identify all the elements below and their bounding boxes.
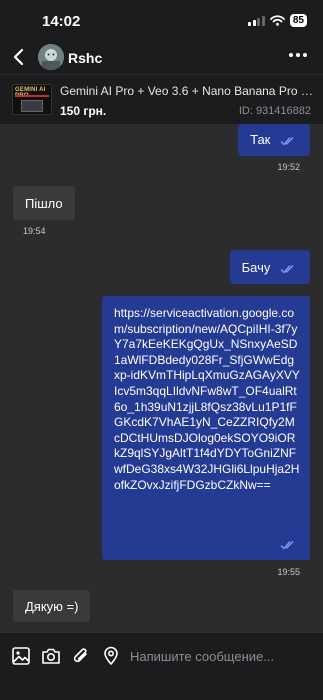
message-bubble-incoming[interactable]: Дякую =) bbox=[13, 590, 91, 622]
gallery-button[interactable] bbox=[10, 645, 32, 667]
message-time: 19:54 bbox=[23, 226, 46, 236]
back-button[interactable] bbox=[10, 46, 30, 68]
message-text: Дякую =) bbox=[25, 599, 79, 614]
message-bubble-outgoing[interactable]: https://serviceactivation.google.com/sub… bbox=[102, 296, 310, 560]
more-options-button[interactable] bbox=[289, 53, 307, 57]
status-bar: 14:02 85 bbox=[0, 0, 323, 40]
product-title: Gemini AI Pro + Veo 3.6 + Nano Banana Pr… bbox=[60, 84, 315, 98]
wifi-icon bbox=[269, 15, 285, 26]
cellular-signal-icon bbox=[248, 15, 265, 26]
image-icon bbox=[12, 647, 30, 665]
camera-button[interactable] bbox=[40, 645, 62, 667]
message-text: Пішло bbox=[25, 196, 63, 211]
message-time: 19:52 bbox=[277, 162, 300, 172]
camera-icon bbox=[42, 648, 60, 664]
message-link-text[interactable]: https://serviceactivation.google.com/sub… bbox=[114, 306, 300, 493]
battery-icon: 85 bbox=[289, 14, 307, 27]
status-icons: 85 bbox=[248, 14, 307, 27]
product-thumbnail: GEMINI AI PRO bbox=[12, 84, 52, 115]
read-ticks-icon bbox=[280, 264, 294, 274]
message-text: Так bbox=[250, 132, 271, 147]
read-ticks-icon bbox=[280, 541, 294, 550]
message-input[interactable] bbox=[130, 646, 310, 666]
status-time: 14:02 bbox=[42, 13, 81, 30]
message-input-bar bbox=[0, 632, 323, 700]
product-card[interactable]: GEMINI AI PRO Gemini AI Pro + Veo 3.6 + … bbox=[0, 74, 323, 124]
product-price: 150 грн. bbox=[60, 104, 107, 118]
product-id: ID: 931416882 bbox=[238, 105, 311, 117]
read-ticks-icon bbox=[280, 136, 294, 146]
message-bubble-outgoing[interactable]: Так bbox=[238, 124, 310, 156]
chat-header: Rshc bbox=[0, 40, 323, 74]
location-button[interactable] bbox=[100, 645, 122, 667]
message-bubble-incoming[interactable]: Пішло bbox=[13, 186, 75, 220]
avatar[interactable] bbox=[38, 44, 64, 70]
message-bubble-outgoing[interactable]: Бачу bbox=[229, 250, 310, 284]
message-text: Бачу bbox=[241, 260, 271, 275]
chevron-left-icon bbox=[13, 48, 24, 66]
thumbnail-label: GEMINI AI PRO bbox=[15, 87, 46, 99]
location-pin-icon bbox=[104, 646, 118, 665]
message-time: 19:55 bbox=[277, 567, 300, 577]
avatar-image bbox=[38, 44, 64, 70]
attach-button[interactable] bbox=[70, 645, 92, 667]
contact-name[interactable]: Rshc bbox=[68, 50, 102, 66]
paperclip-icon bbox=[73, 648, 87, 663]
chat-messages[interactable]: Так 19:52 Пішло 19:54 Бачу https://servi… bbox=[0, 124, 323, 632]
